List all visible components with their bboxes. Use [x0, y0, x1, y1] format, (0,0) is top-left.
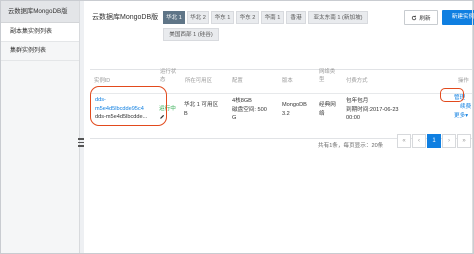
refresh-button[interactable]: 刷新 — [404, 10, 438, 25]
th-config: 配置 — [232, 78, 243, 84]
tab-region-huabei-1[interactable]: 华北 1 — [163, 11, 185, 24]
scrollbar[interactable] — [472, 1, 473, 253]
highlight-manage — [440, 88, 464, 102]
main-content: 云数据库MongoDB版 华北 1 华北 2 华东 1 华东 2 华南 1 香港… — [84, 1, 474, 253]
tab-region-huanan-1[interactable]: 华南 1 — [261, 11, 284, 24]
th-billing: 付费方式 — [346, 78, 368, 84]
page-prev-button[interactable]: ‹ — [412, 134, 426, 148]
page-last-button[interactable]: » — [457, 134, 471, 148]
th-status: 运行状 态 — [160, 69, 177, 83]
tab-region-huabei-2[interactable]: 华北 2 — [187, 11, 209, 24]
sidebar-item-cluster-list[interactable]: 集群实例列表 — [1, 42, 79, 61]
sidebar-title: 云数据库MongoDB版 — [1, 1, 79, 23]
th-actions: 操作 — [458, 78, 469, 84]
pagination-summary: 共有1条，每页显示：20条 — [318, 143, 384, 149]
th-version: 版本 — [282, 78, 293, 84]
tab-region-singapore[interactable]: 亚太东南 1 (新加坡) — [308, 11, 368, 24]
page-next-button[interactable]: › — [442, 134, 456, 148]
refresh-icon — [412, 15, 417, 20]
tab-region-hongkong[interactable]: 香港 — [286, 11, 306, 24]
page-first-button[interactable]: « — [397, 134, 411, 148]
version-value: MongoDB 3.2 — [282, 102, 307, 117]
create-instance-button[interactable]: 新建实例 — [442, 10, 474, 25]
config-value: 4核8GB 磁盘空间: 500 G — [232, 98, 267, 121]
highlight-instance-id — [90, 86, 167, 126]
sidebar-item-replica-set-list[interactable]: 副本集实例列表 — [1, 23, 79, 42]
tab-region-huadong-1[interactable]: 华东 1 — [211, 11, 234, 24]
more-dropdown[interactable]: 更多▾ — [454, 112, 468, 121]
th-network: 网络类 型 — [319, 69, 336, 83]
th-instance-id: 实例ID — [94, 78, 111, 84]
sidebar: 云数据库MongoDB版 副本集实例列表 集群实例列表 — [1, 1, 80, 253]
billing-value: 包年包月 到期时间:2017-06-23 00:00 — [346, 98, 399, 121]
page-title: 云数据库MongoDB版 — [92, 14, 159, 21]
tab-region-huadong-2[interactable]: 华东 2 — [236, 11, 259, 24]
tab-region-silicon-valley[interactable]: 美国西部 1 (硅谷) — [163, 28, 219, 41]
network-value: 经典网 络 — [319, 102, 336, 117]
renew-link[interactable]: 续费 — [460, 103, 471, 112]
th-zone: 所在可用区 — [185, 78, 212, 84]
refresh-label: 刷新 — [419, 15, 431, 22]
page-current[interactable]: 1 — [427, 134, 441, 148]
zone-value: 华北 1 可用区 B — [184, 102, 219, 117]
chevron-down-icon: ▾ — [465, 113, 469, 119]
